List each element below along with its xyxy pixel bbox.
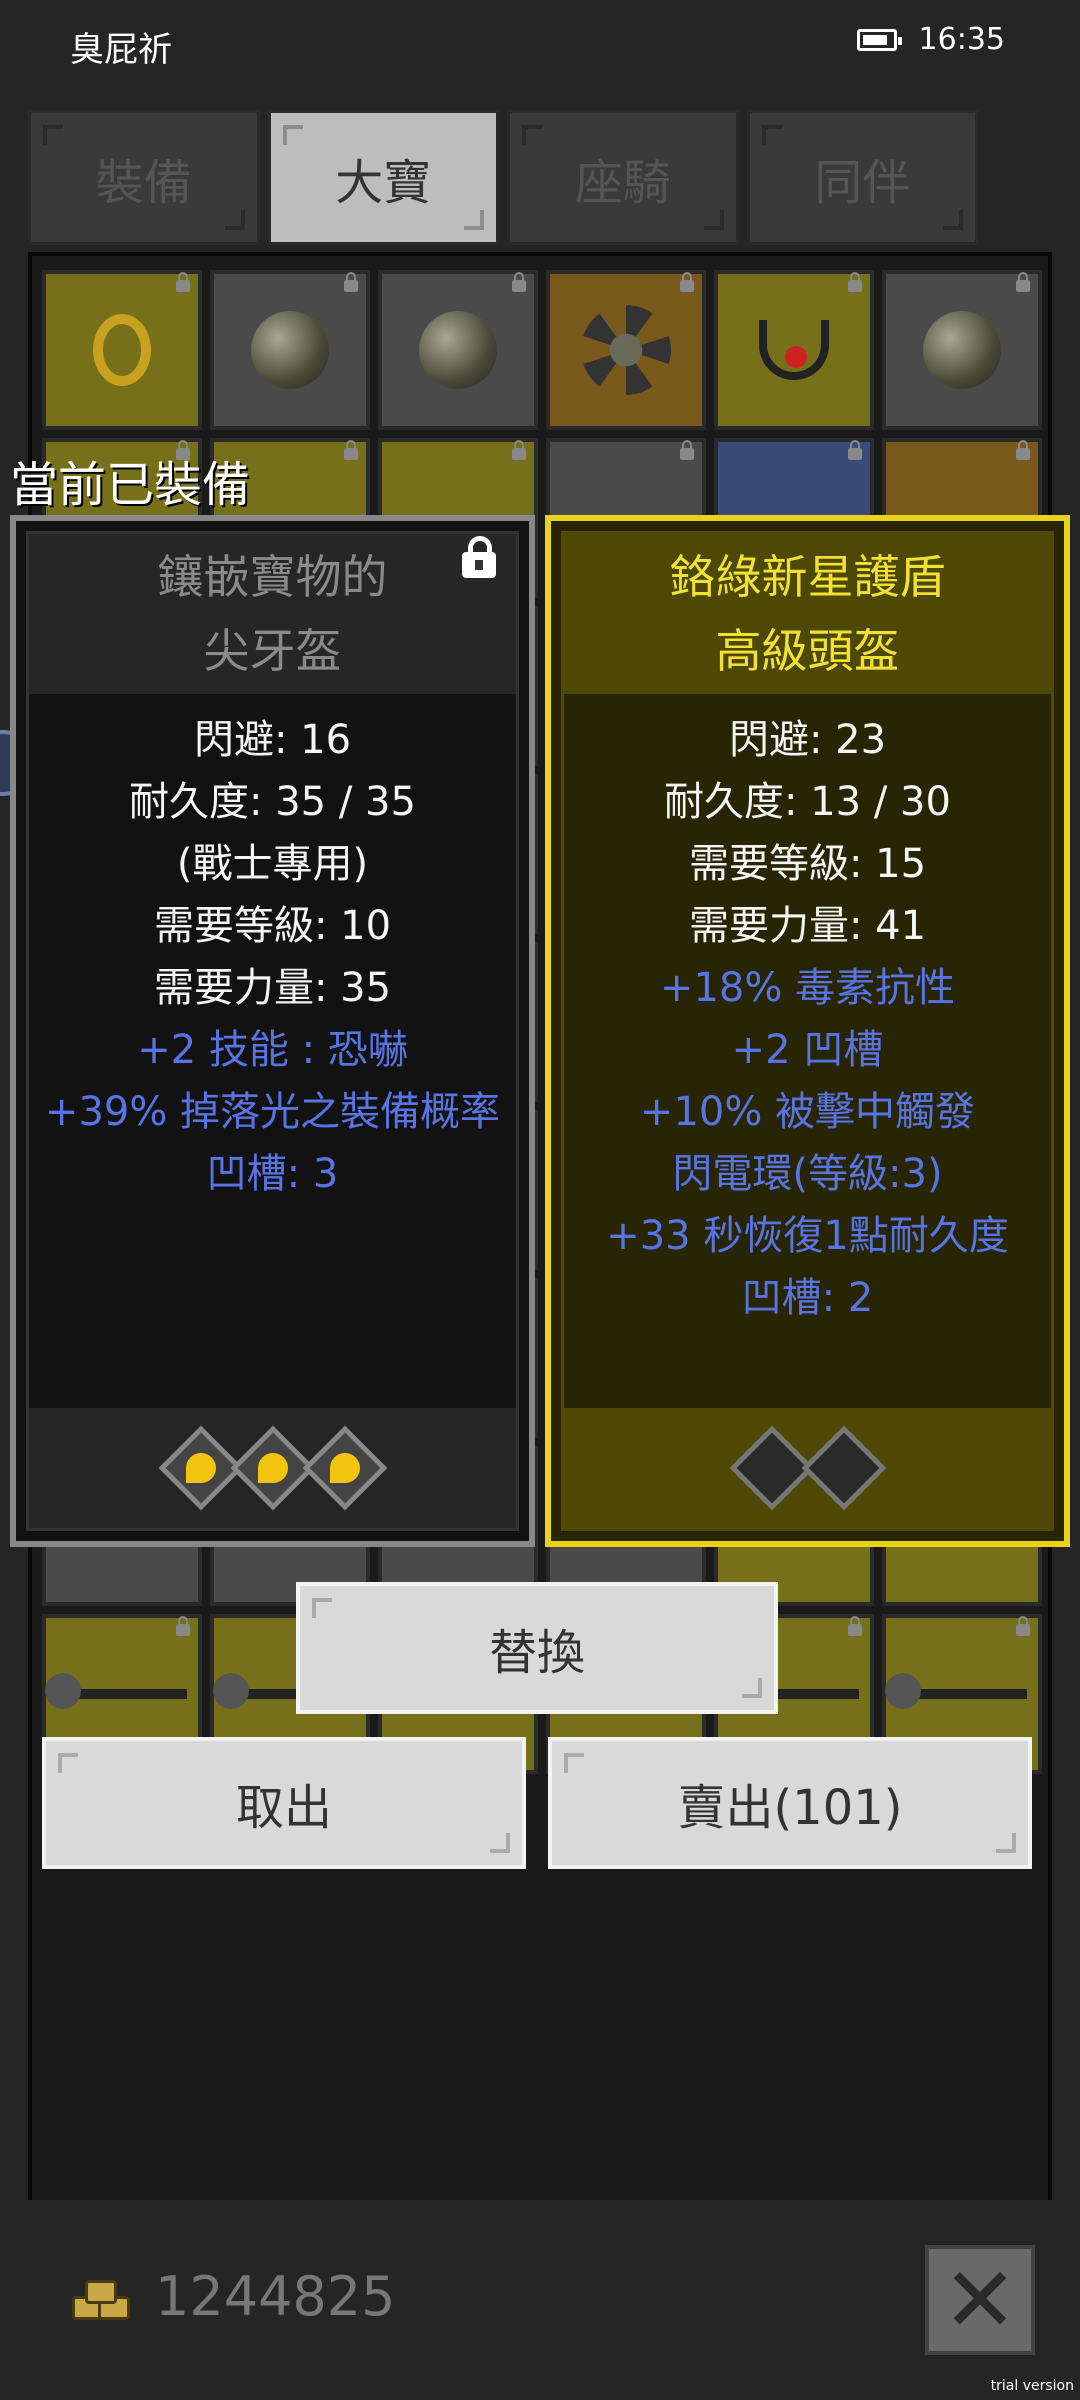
- close-button[interactable]: ✕: [925, 2245, 1035, 2355]
- lock-icon: [344, 440, 358, 460]
- magic-stat-line: +33 秒恢復1點耐久度: [606, 1213, 1009, 1259]
- lock-icon: [176, 1616, 190, 1636]
- mace-staff-icon: [45, 1673, 187, 1709]
- tab-treasure[interactable]: 大寶: [267, 110, 499, 245]
- card-inner: 鑲嵌寶物的 尖牙盔 閃避: 16 耐久度: 35 / 35 (戰士專用) 需要等…: [26, 531, 519, 1531]
- stat-line: 需要等級: 15: [688, 841, 927, 887]
- lock-icon: [848, 440, 862, 460]
- magic-stat-line: 凹槽: 3: [206, 1151, 339, 1197]
- item-name-line1: 鑲嵌寶物的: [157, 550, 388, 604]
- item-stats: 閃避: 16 耐久度: 35 / 35 (戰士專用) 需要等級: 10 需要力量…: [29, 709, 516, 1205]
- magic-stat-line: 凹槽: 2: [741, 1275, 874, 1321]
- item-stats: 閃避: 23 耐久度: 13 / 30 需要等級: 15 需要力量: 41 +1…: [564, 709, 1051, 1329]
- category-tabs: 裝備 大寶 座騎 同伴: [28, 110, 978, 245]
- mace-staff-icon: [885, 1673, 1027, 1709]
- take-out-button[interactable]: 取出: [42, 1737, 526, 1869]
- item-name-line1: 鉻綠新星護盾: [669, 550, 946, 604]
- sell-button[interactable]: 賣出(101): [548, 1737, 1032, 1869]
- tab-label: 裝備: [95, 154, 192, 211]
- tab-label: 大寶: [335, 154, 432, 211]
- inventory-slot[interactable]: [378, 270, 538, 430]
- stat-line: (戰士專用): [176, 841, 369, 887]
- lock-icon: [512, 440, 526, 460]
- battery-icon: [856, 28, 902, 51]
- trial-watermark: trial version: [990, 2378, 1074, 2394]
- equipped-item-card: 鑲嵌寶物的 尖牙盔 閃避: 16 耐久度: 35 / 35 (戰士專用) 需要等…: [10, 515, 535, 1547]
- sell-button-label: 賣出(101): [677, 1780, 903, 1836]
- replace-button[interactable]: 替換: [296, 1582, 778, 1714]
- stat-line: 需要力量: 35: [153, 965, 392, 1011]
- magic-stat-line: 閃電環(等級:3): [672, 1151, 943, 1197]
- magic-stat-line: +10% 被擊中觸發: [639, 1089, 976, 1135]
- inventory-slot[interactable]: [546, 270, 706, 430]
- stat-line: 需要力量: 41: [688, 903, 927, 949]
- amulet-icon: [759, 320, 829, 380]
- padlock-icon[interactable]: [462, 536, 496, 578]
- lock-icon: [1016, 440, 1030, 460]
- lock-icon: [1016, 272, 1030, 292]
- stat-line: 耐久度: 35 / 35: [129, 779, 416, 825]
- tab-companion[interactable]: 同伴: [746, 110, 978, 245]
- socket-row: [29, 1408, 516, 1528]
- tab-label: 同伴: [814, 154, 911, 211]
- inventory-slot[interactable]: [882, 270, 1042, 430]
- status-bar: 臭屁祈 16:35: [0, 0, 1080, 90]
- gold-amount: 1244825: [155, 2265, 396, 2328]
- mace-icon: [581, 305, 671, 395]
- status-right: 16:35: [856, 22, 1005, 57]
- item-name: 鉻綠新星護盾 高級頭盔: [564, 534, 1051, 694]
- orb-icon: [923, 311, 1001, 389]
- orb-icon: [251, 311, 329, 389]
- item-name: 鑲嵌寶物的 尖牙盔: [29, 534, 516, 694]
- lock-icon: [512, 272, 526, 292]
- gold-icon: [72, 2280, 132, 2320]
- empty-socket-icon: [801, 1425, 886, 1511]
- tab-mount[interactable]: 座騎: [507, 110, 739, 245]
- tab-equipment[interactable]: 裝備: [28, 110, 260, 245]
- lock-icon: [1016, 1616, 1030, 1636]
- stat-line: 耐久度: 13 / 30: [664, 779, 951, 825]
- lock-icon: [848, 1616, 862, 1636]
- stat-line: 需要等級: 10: [153, 903, 392, 949]
- carrier-label: 臭屁祈: [70, 30, 172, 70]
- item-name-line2: 高級頭盔: [715, 624, 900, 678]
- take-out-button-label: 取出: [235, 1780, 332, 1836]
- lock-icon: [344, 272, 358, 292]
- inventory-slot[interactable]: [714, 270, 874, 430]
- magic-stat-line: +2 技能 : 恐嚇: [137, 1027, 408, 1073]
- lock-icon: [176, 272, 190, 292]
- replace-button-label: 替換: [488, 1625, 585, 1681]
- magic-stat-line: +39% 掉落光之裝備概率: [44, 1089, 501, 1135]
- lock-icon: [680, 272, 694, 292]
- lock-icon: [680, 440, 694, 460]
- lock-icon: [848, 272, 862, 292]
- card-inner: 鉻綠新星護盾 高級頭盔 閃避: 23 耐久度: 13 / 30 需要等級: 15…: [561, 531, 1054, 1531]
- equipped-label: 當前已裝備: [10, 457, 251, 513]
- stat-line: 閃避: 23: [728, 717, 887, 763]
- orb-icon: [419, 311, 497, 389]
- gem-socket-icon: [302, 1425, 387, 1511]
- inventory-slot[interactable]: [210, 270, 370, 430]
- clock: 16:35: [918, 22, 1005, 57]
- tab-label: 座騎: [574, 154, 671, 211]
- item-name-line2: 尖牙盔: [203, 624, 342, 678]
- inventory-slot[interactable]: [42, 270, 202, 430]
- ring-icon: [93, 314, 151, 386]
- stat-line: 閃避: 16: [193, 717, 352, 763]
- socket-row: [564, 1408, 1051, 1528]
- close-icon: ✕: [942, 2247, 1018, 2353]
- magic-stat-line: +2 凹槽: [731, 1027, 884, 1073]
- magic-stat-line: +18% 毒素抗性: [659, 965, 956, 1011]
- selected-item-card: 鉻綠新星護盾 高級頭盔 閃避: 23 耐久度: 13 / 30 需要等級: 15…: [545, 515, 1070, 1547]
